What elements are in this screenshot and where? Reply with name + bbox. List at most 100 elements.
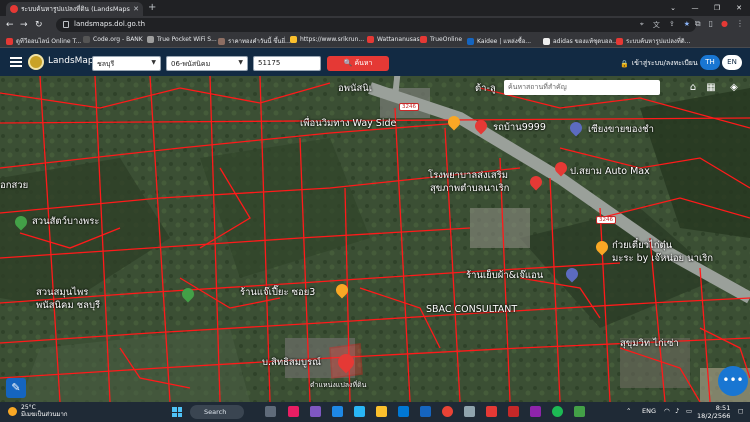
app-icon[interactable] [420,406,431,417]
bookmark-item[interactable]: ระบบค้นหารูปแปลงที่ดิ... [616,36,690,46]
close-tab-icon[interactable]: ✕ [133,5,139,13]
bookmark-favicon-icon [218,37,225,45]
app-icon[interactable] [530,406,541,417]
omnibox[interactable]: landsmaps.dol.go.th ⌖ 文 ⇪ ★ [56,18,696,32]
more-menu-icon[interactable]: ⋮ [736,19,744,29]
place-search-input[interactable]: ค้นหาสถานที่สำคัญ [504,80,660,95]
app-icon[interactable] [486,406,497,417]
spotify-icon[interactable] [552,406,563,417]
weather-widget[interactable]: 25°C มีเมฆเป็นส่วนมาก [8,404,67,418]
landsmaps-app: อพนัสนิเ ต้า-ลู เพื่อนวิมทาง Way Side รถ… [0,48,750,402]
map-label: ป.สยาม Auto Max [570,166,650,177]
map-label: สุขภาพตำบลนาเริก [430,183,510,194]
map-label: เซียงขายของชำ [588,124,654,135]
parcel-number-input[interactable]: 51175 [253,56,321,71]
bookmark-item[interactable]: TrueOnline [420,36,462,43]
app-brand: LandsMaps [48,56,99,66]
taskbar-search[interactable]: Search [190,405,244,419]
weather-icon [8,406,17,416]
show-hidden-icons[interactable]: ⌃ [626,407,631,415]
messenger-icon[interactable] [332,406,343,417]
volume-icon[interactable]: ♪ [675,407,679,415]
map-label: บ.สิทธิสมบูรณ์ [262,357,321,368]
extensions-icon[interactable]: ⧉ [695,19,701,29]
browser-tab[interactable]: ระบบค้นหารูปแปลงที่ดิน (LandsMaps ✕ [6,2,143,16]
hamburger-menu-icon[interactable] [10,57,22,67]
dol-logo [28,54,44,70]
input-language[interactable]: ENG [642,407,656,415]
bookmark-favicon-icon [467,37,474,45]
lock-icon[interactable] [63,21,69,28]
bookmark-item[interactable]: Wattananusas [367,36,420,43]
url-text[interactable]: landsmaps.dol.go.th [74,20,145,28]
minimize-button[interactable]: — [684,0,706,16]
bookmark-item[interactable]: Code.org - BANK [83,36,143,43]
taskbar-clock[interactable]: 8:51 18/2/2566 [697,404,730,420]
search-button[interactable]: 🔍 ค้นหา [327,56,389,71]
bookmark-favicon-icon [420,36,427,43]
share-icon[interactable]: ⇪ [669,20,675,30]
app-icon[interactable] [310,406,321,417]
edge-icon[interactable] [398,406,409,417]
map-label: สวนสัตว์บางพระ [32,216,100,227]
map-label: ต้า-ลู [475,83,496,94]
lang-en-button[interactable]: EN [722,55,742,70]
new-tab-button[interactable]: + [148,2,156,14]
wifi-icon[interactable]: ◠ [664,407,670,415]
bookmark-star-icon[interactable]: ★ [684,20,690,30]
home-icon[interactable]: ⌂ [686,81,700,95]
grid-icon[interactable]: ▦ [704,81,718,95]
reload-icon[interactable]: ↻ [35,19,43,31]
map-label: SBAC CONSULTANT [426,304,518,315]
app-icon[interactable] [464,406,475,417]
map-label: สุขุมวิท ไก่เซ่า [620,338,679,349]
address-bar: ← → ↻ landsmaps.dol.go.th ⌖ 文 ⇪ ★ ⧉ ▯ ● … [0,16,750,34]
tab-strip: ระบบค้นหารูปแปลงที่ดิน (LandsMaps ✕ + ⌄ … [0,0,750,16]
app-icon[interactable] [354,406,365,417]
app-icon[interactable] [574,406,585,417]
maximize-button[interactable]: ❐ [706,0,728,16]
tab-search-icon[interactable]: ⌄ [662,0,684,16]
more-options-button[interactable]: ••• [718,366,748,396]
bookmark-item[interactable]: adidas ของแท้ชุดบอล... [543,36,618,46]
battery-icon[interactable]: ▭ [686,407,692,415]
chrome-icon[interactable] [442,406,453,417]
lock-icon: 🔒 [620,59,629,68]
location-icon[interactable]: ⌖ [640,20,644,30]
notifications-icon[interactable]: ◻ [738,407,743,415]
bookmark-item[interactable]: True Pocket WiFi S... [147,36,217,43]
layers-icon[interactable]: ◈ [727,81,741,95]
bookmark-favicon-icon [83,36,90,43]
district-select[interactable]: 06-พนัสนิคม ▼ [166,56,248,71]
profile-avatar-icon[interactable]: ● [721,19,728,29]
file-explorer-icon[interactable] [376,406,387,417]
close-window-button[interactable]: ✕ [728,0,750,16]
app-icon[interactable] [508,406,519,417]
bookmark-item[interactable]: ดูทีวีออนไลน์ Online T... [6,36,81,46]
bookmark-item[interactable]: https://www.srikrun... [290,36,364,43]
app-icon[interactable] [288,406,299,417]
bookmark-favicon-icon [6,37,13,45]
task-view-icon[interactable] [265,406,276,417]
map-label: เพื่อนวิมทาง Way Side [300,118,397,129]
forward-icon[interactable]: → [20,19,28,31]
map-label: ร้านแจ๊เปี๊ยะ ซอย3 [240,287,316,298]
chevron-down-icon: ▼ [238,59,243,66]
province-select[interactable]: ชลบุรี ▼ [92,56,161,71]
sidebar-icon[interactable]: ▯ [709,19,713,29]
selected-parcel-label: ตำแหน่งแปลงที่ดิน [310,381,367,389]
bookmarks-bar: ดูทีวีออนไลน์ Online T... Code.org - BAN… [0,34,750,48]
measure-tool-icon[interactable]: ✎ [6,378,26,398]
bookmark-item[interactable]: ราคาทองคำวันนี้ ขึ้นยี่... [218,36,291,46]
login-link[interactable]: 🔒 เข้าสู่ระบบ/ลงทะเบียน [620,58,698,69]
back-icon[interactable]: ← [6,19,14,31]
bookmark-item[interactable]: Kaidee | แหล่งซื้อ... [467,36,531,46]
map-label: พนัสนิคม ชลบุรี [36,300,101,311]
windows-start-icon[interactable] [172,407,182,417]
bookmark-favicon-icon [147,36,154,43]
map-label: ร้านเย็บผ้า&เจ๊แอน [466,270,544,281]
lang-th-button[interactable]: TH [700,55,720,70]
bookmark-favicon-icon [290,36,297,43]
bookmark-favicon-icon [367,36,374,43]
translate-icon[interactable]: 文 [653,20,660,30]
